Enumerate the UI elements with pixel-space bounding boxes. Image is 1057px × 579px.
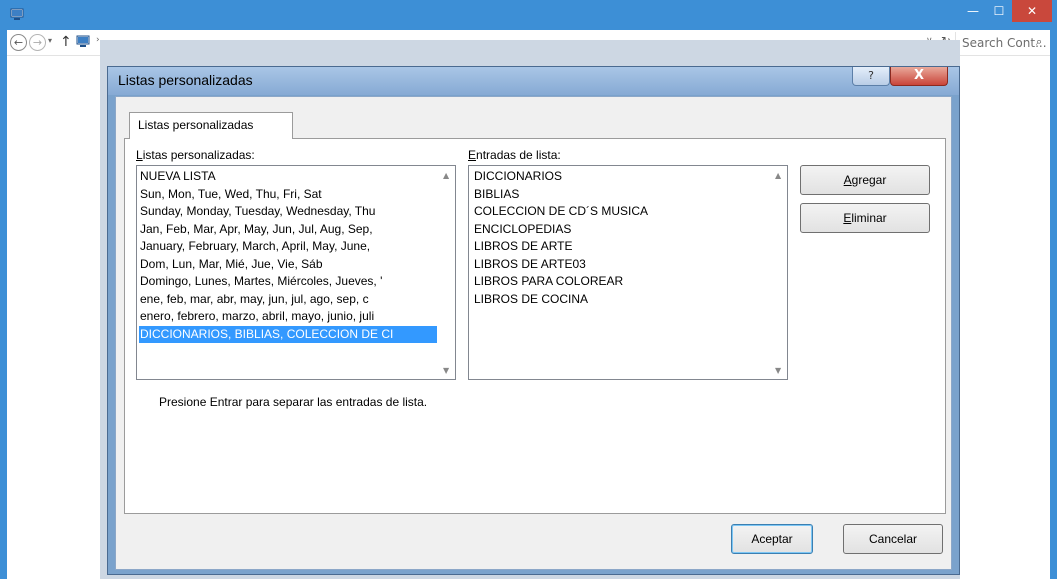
- help-button[interactable]: ?: [852, 67, 890, 86]
- tab-label: Listas personalizadas: [138, 118, 254, 132]
- control-panel-icon[interactable]: [76, 35, 91, 49]
- tab-listas-personalizadas[interactable]: Listas personalizadas: [129, 112, 293, 139]
- scroll-down-arrow-icon[interactable]: ▼: [775, 366, 781, 375]
- search-input[interactable]: Search Cont...: [962, 36, 1047, 50]
- dialog-titlebar[interactable]: Listas personalizadas ? X: [108, 67, 959, 95]
- custom-list-item[interactable]: ene, feb, mar, abr, may, jun, jul, ago, …: [139, 291, 437, 309]
- close-window-button[interactable]: ✕: [1012, 0, 1052, 22]
- custom-list-item[interactable]: Dom, Lun, Mar, Mié, Jue, Vie, Sáb: [139, 256, 437, 274]
- list-entry-item[interactable]: ENCICLOPEDIAS: [473, 221, 769, 239]
- up-button[interactable]: ↑: [60, 34, 72, 50]
- add-button[interactable]: Agregar: [800, 165, 930, 195]
- minimize-button[interactable]: —: [960, 0, 986, 22]
- custom-list-item[interactable]: NUEVA LISTA: [139, 168, 437, 186]
- search-icon[interactable]: ⌕: [1036, 35, 1042, 49]
- maximize-button[interactable]: ☐: [986, 0, 1012, 22]
- custom-list-item[interactable]: Domingo, Lunes, Martes, Miércoles, Jueve…: [139, 273, 437, 291]
- delete-button[interactable]: Eliminar: [800, 203, 930, 233]
- list-entry-item[interactable]: DICCIONARIOS: [473, 168, 769, 186]
- list-entry-item[interactable]: LIBROS DE ARTE03: [473, 256, 769, 274]
- dialog-close-button[interactable]: X: [890, 67, 948, 86]
- custom-list-item[interactable]: DICCIONARIOS, BIBLIAS, COLECCION DE CI: [139, 325, 437, 343]
- hint-text: Presione Entrar para separar las entrada…: [159, 395, 428, 409]
- search-box[interactable]: Search Cont... ⌕: [955, 32, 1047, 53]
- custom-lists-scrollbar[interactable]: ▲ ▼: [438, 166, 455, 379]
- recent-locations-dropdown[interactable]: ▾: [48, 36, 52, 45]
- computer-icon: [10, 8, 24, 20]
- list-entries-textbox[interactable]: DICCIONARIOS BIBLIAS COLECCION DE CD´S MUS…: [468, 165, 788, 380]
- dialog-title: Listas personalizadas: [118, 72, 253, 88]
- custom-list-item[interactable]: Sunday, Monday, Tuesday, Wednesday, Thu: [139, 203, 437, 221]
- list-entry-item[interactable]: LIBROS DE COCINA: [473, 291, 769, 309]
- custom-list-item[interactable]: January, February, March, April, May, Ju…: [139, 238, 437, 256]
- list-entries-items: DICCIONARIOS BIBLIAS COLECCION DE CD´S MUS…: [473, 168, 769, 308]
- scroll-up-arrow-icon[interactable]: ▲: [775, 171, 781, 180]
- list-entry-item[interactable]: LIBROS PARA COLOREAR: [473, 273, 769, 291]
- scroll-up-arrow-icon[interactable]: ▲: [443, 171, 449, 180]
- custom-lists-items: NUEVA LISTA Sun, Mon, Tue, Wed, Thu, Fri,…: [139, 168, 437, 343]
- custom-lists-label: Listas personalizadas:: [136, 148, 255, 162]
- list-entries-scrollbar[interactable]: ▲ ▼: [770, 166, 787, 379]
- scroll-down-arrow-icon[interactable]: ▼: [443, 366, 449, 375]
- forward-button[interactable]: →: [29, 34, 46, 51]
- custom-list-item[interactable]: enero, febrero, marzo, abril, mayo, juni…: [139, 308, 437, 326]
- custom-list-item[interactable]: Jan, Feb, Mar, Apr, May, Jun, Jul, Aug, …: [139, 221, 437, 239]
- custom-list-item[interactable]: Sun, Mon, Tue, Wed, Thu, Fri, Sat: [139, 186, 437, 204]
- custom-lists-listbox[interactable]: NUEVA LISTA Sun, Mon, Tue, Wed, Thu, Fri,…: [136, 165, 456, 380]
- list-entry-item[interactable]: BIBLIAS: [473, 186, 769, 204]
- ok-button[interactable]: Aceptar: [731, 524, 813, 554]
- list-entries-label: Entradas de lista:: [468, 148, 561, 162]
- custom-lists-dialog: Listas personalizadas ? X Listas persona…: [107, 66, 960, 575]
- list-entry-item[interactable]: LIBROS DE ARTE: [473, 238, 769, 256]
- cancel-button[interactable]: Cancelar: [843, 524, 943, 554]
- back-button[interactable]: ←: [10, 34, 27, 51]
- window-titlebar[interactable]: — ☐ ✕: [0, 0, 1057, 30]
- list-entry-item[interactable]: COLECCION DE CD´S MUSICA: [473, 203, 769, 221]
- dialog-client-area: Listas personalizadas Listas personaliza…: [115, 96, 952, 570]
- tab-panel: Listas personalizadas: NUEVA LISTA Sun, M…: [124, 138, 946, 514]
